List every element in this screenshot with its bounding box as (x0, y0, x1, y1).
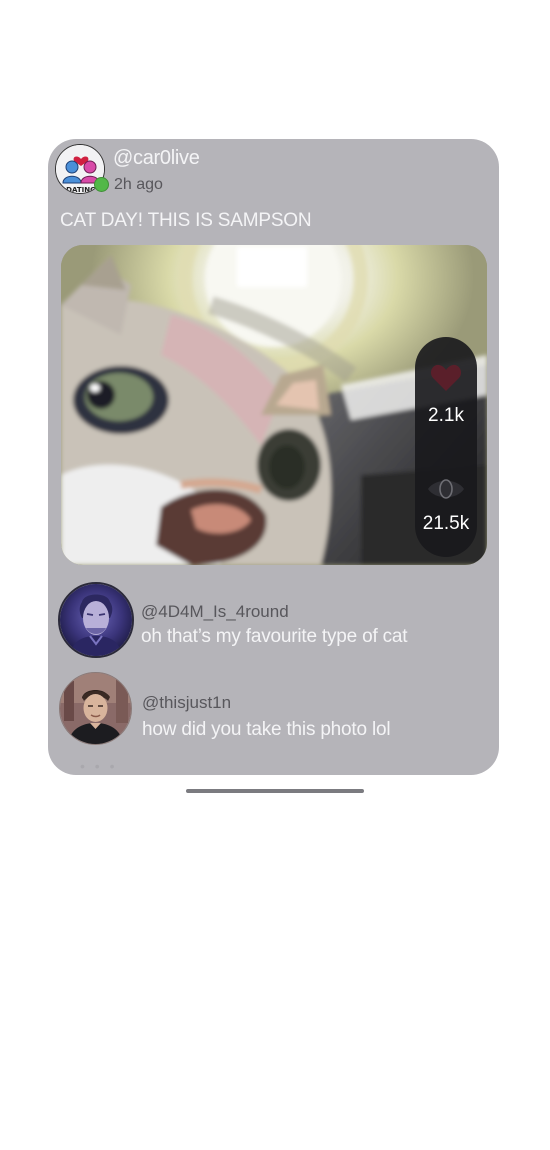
stats-pill: 2.1k 21.5k (415, 337, 477, 557)
heart-icon[interactable] (430, 363, 462, 393)
post-timestamp: 2h ago (114, 176, 163, 193)
post-card: DATING @car0live 2h ago CAT DAY! THIS IS… (48, 139, 499, 775)
eye-icon[interactable] (427, 476, 465, 502)
post-username[interactable]: @car0live (113, 147, 200, 170)
comment-handle[interactable]: @4D4M_Is_4round (141, 602, 289, 622)
likes-count: 2.1k (428, 405, 464, 426)
comment-handle[interactable]: @thisjust1n (142, 693, 231, 713)
comment-item: @4D4M_Is_4round oh that’s my favourite t… (48, 580, 499, 660)
online-status-dot (94, 177, 109, 192)
comment-text: how did you take this photo lol (142, 719, 391, 740)
commenter-avatar[interactable] (59, 672, 132, 745)
user-avatar-icon (60, 673, 131, 744)
commenter-avatar[interactable] (58, 582, 134, 658)
home-indicator[interactable] (186, 789, 364, 793)
user-avatar-icon (60, 584, 132, 656)
svg-text:DATING: DATING (66, 186, 96, 194)
post-caption: CAT DAY! THIS IS SAMPSON (60, 210, 312, 231)
comment-item: @thisjust1n how did you take this photo … (48, 670, 499, 750)
comment-text: oh that’s my favourite type of cat (141, 626, 408, 647)
more-comments-indicator[interactable]: • • • (80, 758, 117, 774)
views-count: 21.5k (422, 513, 470, 534)
